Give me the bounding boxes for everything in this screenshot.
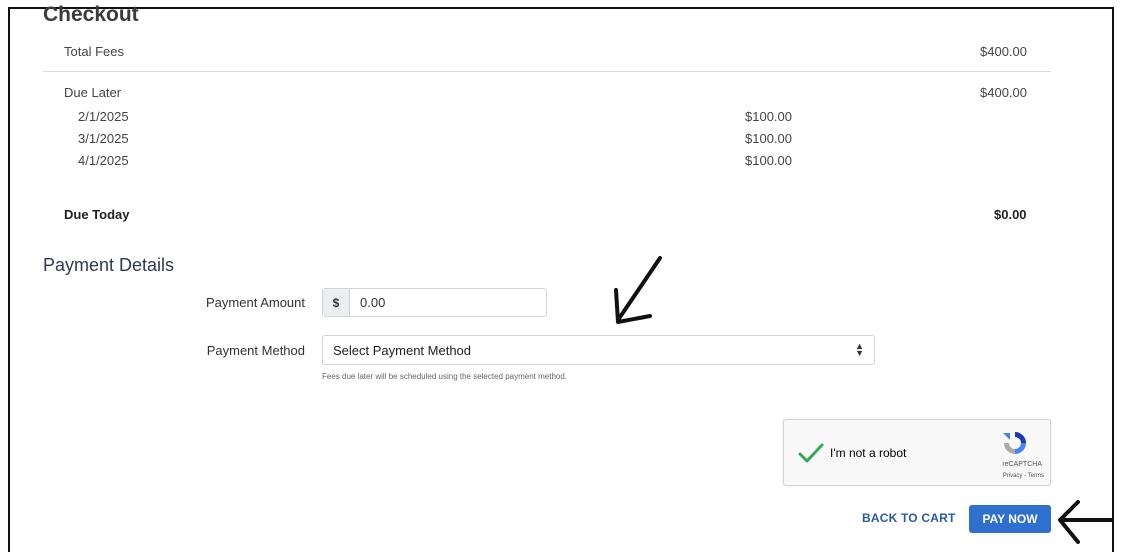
total-fees-label: Total Fees [64, 44, 124, 59]
due-today-label: Due Today [64, 207, 130, 222]
recaptcha-widget[interactable]: I'm not a robot reCAPTCHA Privacy - Term… [783, 419, 1051, 486]
schedule-date: 3/1/2025 [78, 131, 129, 146]
annotation-arrow-icon [1058, 500, 1114, 544]
divider [43, 71, 1051, 72]
payment-amount-input[interactable] [350, 289, 546, 316]
total-fees-value: $400.00 [980, 44, 1027, 59]
payment-method-hint: Fees due later will be scheduled using t… [322, 372, 568, 381]
checkmark-icon[interactable] [798, 442, 824, 464]
schedule-amount: $100.00 [745, 109, 792, 124]
due-later-label: Due Later [64, 85, 122, 100]
payment-method-label: Payment Method [206, 343, 305, 358]
back-to-cart-button[interactable]: BACK TO CART [862, 511, 956, 525]
schedule-date: 4/1/2025 [78, 153, 129, 168]
page-title: Checkout [43, 3, 139, 26]
recaptcha-privacy-terms-link[interactable]: Privacy - Terms [1003, 473, 1044, 479]
schedule-amount: $100.00 [745, 153, 792, 168]
annotation-arrow-icon [614, 256, 662, 324]
select-arrows-icon: ▲ ▼ [855, 341, 864, 358]
recaptcha-logo-icon [1003, 432, 1026, 454]
currency-addon: $ [323, 289, 350, 316]
schedule-date: 2/1/2025 [78, 109, 129, 124]
payment-method-select[interactable]: Select Payment Method ▲ ▼ [322, 335, 875, 365]
due-later-value: $400.00 [980, 85, 1027, 100]
payment-amount-label: Payment Amount [206, 295, 305, 310]
due-today-value: $0.00 [994, 207, 1027, 222]
payment-method-selected: Select Payment Method [333, 342, 472, 358]
pay-now-button[interactable]: PAY NOW [969, 505, 1051, 533]
schedule-amount: $100.00 [745, 131, 792, 146]
recaptcha-brand: reCAPTCHA [1002, 461, 1042, 468]
recaptcha-label: I'm not a robot [830, 446, 907, 460]
section-title-payment-details: Payment Details [43, 255, 175, 275]
payment-amount-field[interactable]: $ [322, 288, 547, 317]
